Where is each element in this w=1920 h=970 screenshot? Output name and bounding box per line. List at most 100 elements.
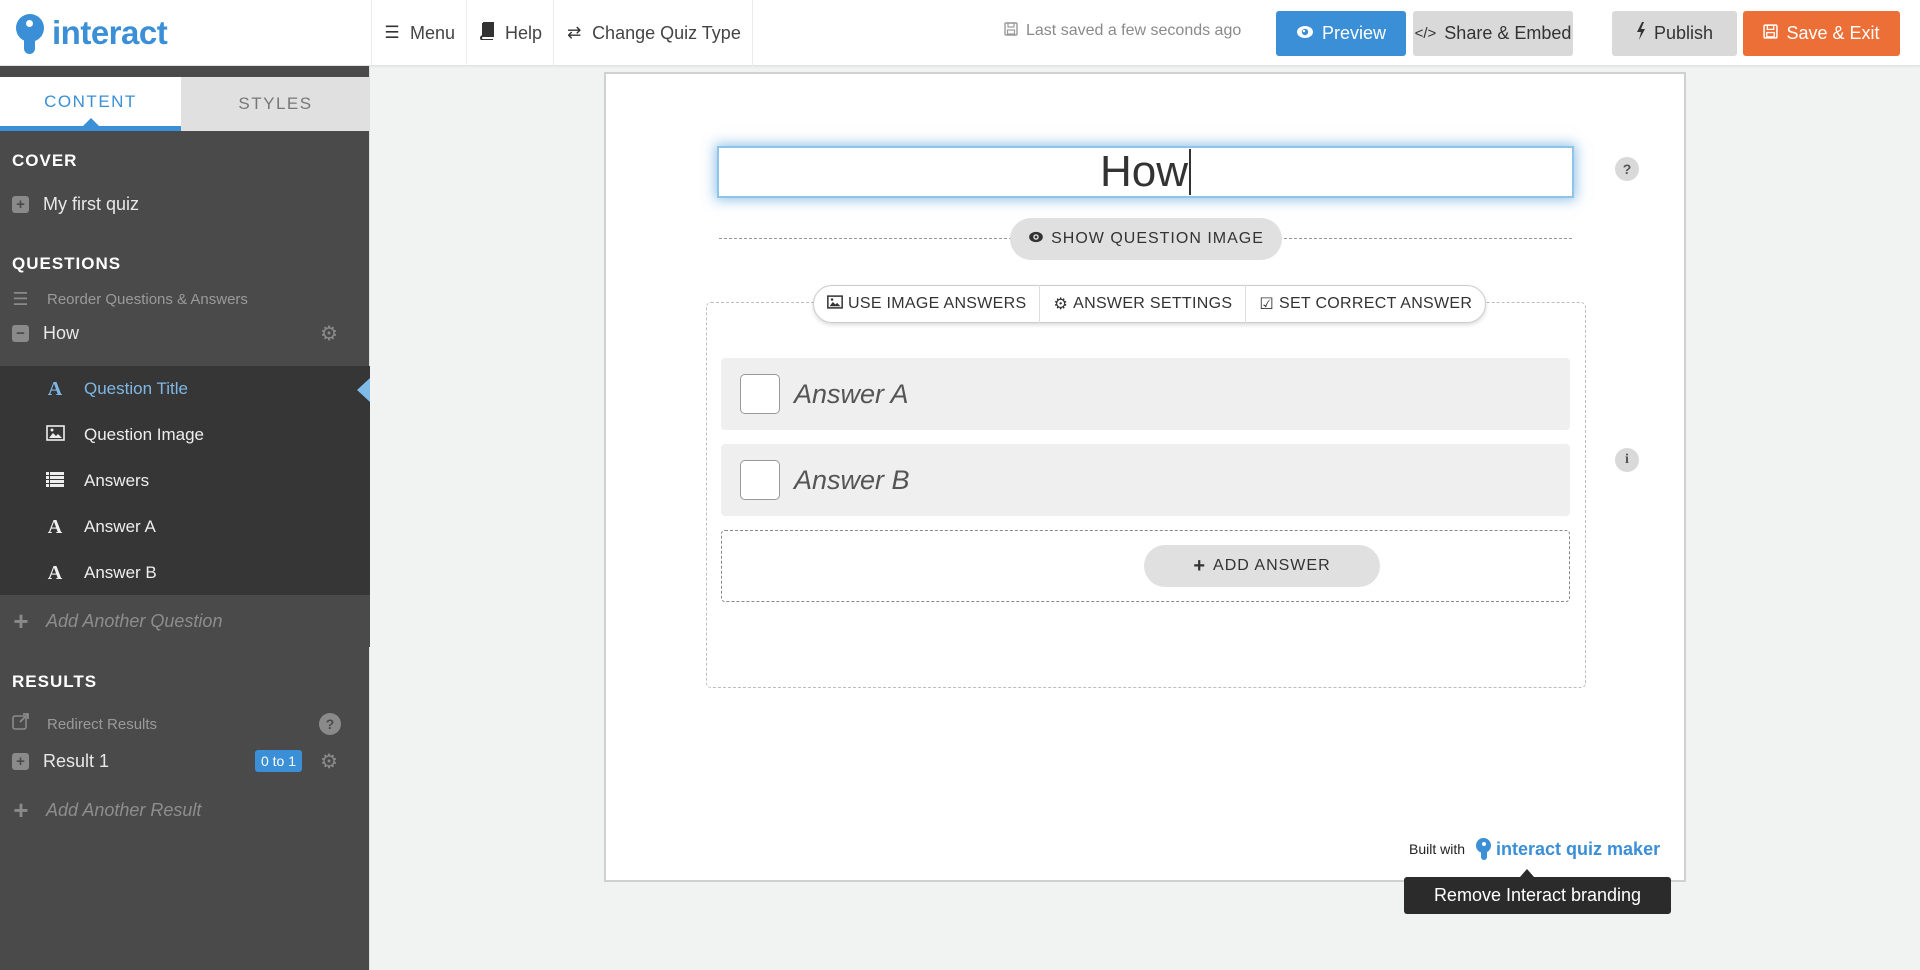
set-correct-answer-label: SET CORRECT ANSWER bbox=[1278, 295, 1473, 312]
interact-brand-link[interactable]: interact quiz maker bbox=[1475, 838, 1660, 860]
built-with-text: Built with bbox=[1409, 841, 1466, 857]
add-result-button[interactable]: + Add Another Result bbox=[0, 792, 370, 828]
result-item[interactable]: + Result 1 0 to 1 ⚙ bbox=[0, 744, 370, 778]
menu-icon: ☰ bbox=[384, 23, 400, 42]
check-square-icon: ☑ bbox=[1259, 296, 1274, 313]
answer-checkbox[interactable] bbox=[740, 460, 780, 500]
sub-item-question-image[interactable]: Question Image bbox=[0, 412, 370, 458]
logo-text: interact bbox=[52, 14, 168, 51]
set-correct-answer-button[interactable]: ☑ SET CORRECT ANSWER bbox=[1246, 285, 1485, 323]
plus-icon: + bbox=[13, 794, 29, 825]
add-question-button[interactable]: + Add Another Question bbox=[0, 595, 370, 647]
external-link-icon bbox=[12, 713, 29, 735]
question-item-label: How bbox=[43, 322, 80, 343]
reorder-button[interactable]: ☰ Reorder Questions & Answers bbox=[0, 287, 370, 311]
floppy-icon bbox=[1004, 22, 1018, 40]
cover-heading: COVER bbox=[12, 151, 78, 170]
help-icon[interactable]: ? bbox=[1615, 157, 1639, 181]
result-range-badge: 0 to 1 bbox=[254, 750, 302, 772]
preview-button[interactable]: Preview bbox=[1276, 11, 1406, 56]
save-exit-label: Save & Exit bbox=[1786, 23, 1880, 43]
add-answer-label: ADD ANSWER bbox=[1213, 557, 1331, 574]
top-bar: interact ☰ Menu Help ⇄ Change Quiz Type … bbox=[0, 0, 1920, 66]
gear-icon: ⚙ bbox=[1053, 296, 1069, 313]
expand-icon[interactable]: + bbox=[12, 195, 29, 213]
question-title-input[interactable]: How bbox=[719, 147, 1572, 196]
use-image-answers-button[interactable]: USE IMAGE ANSWERS bbox=[814, 285, 1041, 323]
sub-item-label: Answers bbox=[84, 471, 150, 490]
answer-settings-button[interactable]: ⚙ ANSWER SETTINGS bbox=[1040, 285, 1247, 323]
answer-option[interactable]: Answer B bbox=[721, 444, 1570, 516]
change-quiz-type-button[interactable]: ⇄ Change Quiz Type bbox=[553, 0, 753, 66]
tab-styles[interactable]: STYLES bbox=[181, 77, 370, 131]
plus-icon: + bbox=[1193, 554, 1207, 577]
eye-icon bbox=[1028, 230, 1044, 248]
text-icon: A bbox=[47, 561, 63, 584]
cover-item[interactable]: + My first quiz bbox=[0, 189, 370, 219]
reorder-icon: ☰ bbox=[12, 288, 29, 309]
info-icon[interactable]: i bbox=[1615, 448, 1639, 472]
top-nav: ☰ Menu Help ⇄ Change Quiz Type bbox=[371, 0, 753, 66]
answer-text: Answer B bbox=[794, 464, 910, 495]
show-question-image-label: SHOW QUESTION IMAGE bbox=[1051, 230, 1264, 247]
sidebar-tabs: CONTENT STYLES bbox=[0, 77, 370, 131]
share-embed-label: Share & Embed bbox=[1444, 23, 1572, 43]
menu-label: Menu bbox=[410, 22, 456, 43]
add-answer-area: + ADD ANSWER bbox=[721, 530, 1570, 602]
help-label: Help bbox=[505, 22, 543, 43]
interact-logo[interactable]: interact bbox=[12, 12, 168, 54]
bolt-icon bbox=[1636, 22, 1646, 45]
save-status-text: Last saved a few seconds ago bbox=[1026, 22, 1242, 39]
sub-item-label: Question Title bbox=[84, 379, 188, 398]
results-heading: RESULTS bbox=[12, 672, 98, 691]
tab-content[interactable]: CONTENT bbox=[0, 77, 181, 131]
sub-item-label: Question Image bbox=[84, 425, 205, 444]
question-title-text: How bbox=[1099, 147, 1189, 196]
publish-button[interactable]: Publish bbox=[1612, 11, 1737, 56]
redirect-results-button[interactable]: Redirect Results ? bbox=[0, 709, 370, 739]
image-icon bbox=[827, 294, 843, 314]
share-embed-button[interactable]: </> Share & Embed bbox=[1413, 11, 1573, 56]
answer-settings-label: ANSWER SETTINGS bbox=[1073, 295, 1233, 312]
sub-item-answer-a[interactable]: A Answer A bbox=[0, 504, 370, 550]
interact-logo-icon bbox=[12, 12, 50, 54]
tooltip-text: Remove Interact branding bbox=[1433, 885, 1642, 905]
remove-branding-tooltip[interactable]: Remove Interact branding bbox=[1404, 869, 1671, 914]
questions-heading: QUESTIONS bbox=[12, 254, 122, 273]
answer-option[interactable]: Answer A bbox=[721, 358, 1570, 430]
sub-item-question-title[interactable]: A Question Title bbox=[0, 366, 370, 412]
interact-logo-icon bbox=[1475, 838, 1493, 860]
book-icon bbox=[478, 21, 496, 45]
brand-text: interact quiz maker bbox=[1496, 838, 1661, 859]
result-item-label: Result 1 bbox=[43, 750, 110, 771]
answer-checkbox[interactable] bbox=[740, 374, 780, 414]
show-question-image-button[interactable]: SHOW QUESTION IMAGE bbox=[1010, 218, 1282, 260]
question-item[interactable]: − How ⚙ bbox=[0, 315, 370, 351]
sub-item-answer-b[interactable]: A Answer B bbox=[0, 550, 370, 596]
gear-icon[interactable]: ⚙ bbox=[320, 321, 338, 346]
cover-item-label: My first quiz bbox=[43, 193, 140, 214]
add-question-label: Add Another Question bbox=[46, 610, 223, 631]
sub-item-label: Answer B bbox=[84, 563, 157, 582]
change-quiz-type-label: Change Quiz Type bbox=[592, 22, 741, 43]
help-button[interactable]: Help bbox=[466, 0, 553, 66]
exchange-icon: ⇄ bbox=[566, 23, 582, 42]
add-answer-button[interactable]: + ADD ANSWER bbox=[1144, 545, 1380, 587]
preview-label: Preview bbox=[1321, 23, 1387, 43]
eye-icon bbox=[1296, 23, 1314, 44]
help-icon[interactable]: ? bbox=[319, 713, 341, 735]
collapse-icon[interactable]: − bbox=[12, 324, 29, 342]
expand-icon[interactable]: + bbox=[12, 752, 29, 770]
gear-icon[interactable]: ⚙ bbox=[320, 749, 338, 774]
floppy-icon bbox=[1763, 23, 1779, 44]
menu-button[interactable]: ☰ Menu bbox=[371, 0, 466, 66]
answer-toolbar: USE IMAGE ANSWERS ⚙ ANSWER SETTINGS ☑ SE… bbox=[813, 285, 1487, 323]
save-status: Last saved a few seconds ago bbox=[1004, 22, 1241, 40]
question-sub-list: A Question Title Question Image Answers … bbox=[0, 366, 370, 595]
save-exit-button[interactable]: Save & Exit bbox=[1743, 11, 1900, 56]
sub-item-label: Answer A bbox=[84, 517, 156, 536]
sidebar: CONTENT STYLES COVER + My first quiz QUE… bbox=[0, 66, 370, 970]
add-result-label: Add Another Result bbox=[46, 799, 202, 820]
publish-label: Publish bbox=[1653, 23, 1714, 43]
sub-item-answers[interactable]: Answers bbox=[0, 458, 370, 504]
